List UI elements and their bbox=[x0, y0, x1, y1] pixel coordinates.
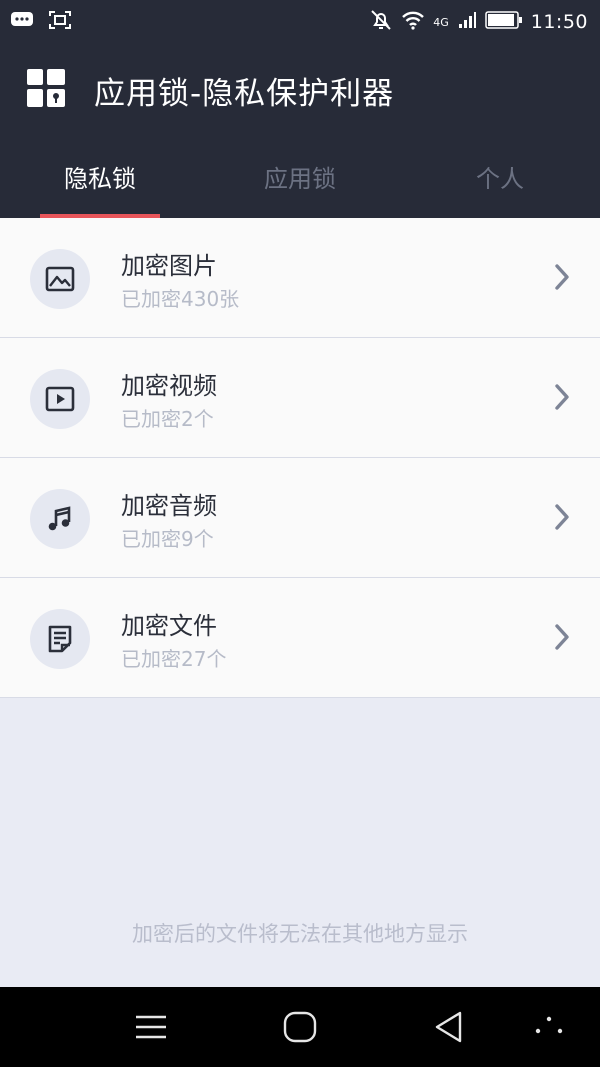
menu-icon[interactable] bbox=[134, 1009, 168, 1049]
item-title: 加密文件 bbox=[121, 612, 217, 640]
tab-privacy-lock[interactable]: 隐私锁 bbox=[0, 134, 200, 218]
image-icon bbox=[30, 249, 90, 309]
system-nav-bar bbox=[0, 987, 600, 1067]
tab-personal[interactable]: 个人 bbox=[400, 134, 600, 218]
wifi-icon bbox=[401, 9, 425, 35]
video-icon bbox=[30, 369, 90, 429]
item-count: 已加密27个 bbox=[121, 647, 227, 671]
list-item-audio[interactable]: 加密音频 已加密9个 bbox=[0, 458, 600, 578]
tab-label: 个人 bbox=[476, 164, 524, 193]
list-item-files[interactable]: 加密文件 已加密27个 bbox=[0, 578, 600, 698]
dashboard-lock-icon bbox=[27, 69, 65, 111]
back-icon[interactable] bbox=[432, 1009, 466, 1049]
chevron-right-icon bbox=[554, 263, 570, 295]
tab-bar: 隐私锁 应用锁 个人 bbox=[0, 134, 600, 218]
screenshot-icon bbox=[48, 10, 72, 34]
app-header: 应用锁-隐私保护利器 bbox=[0, 42, 600, 134]
item-count: 已加密2个 bbox=[121, 407, 214, 431]
item-title: 加密图片 bbox=[121, 252, 217, 280]
list-item-images[interactable]: 加密图片 已加密430张 bbox=[0, 218, 600, 338]
home-icon[interactable] bbox=[282, 1009, 318, 1049]
file-icon bbox=[30, 609, 90, 669]
tab-app-lock[interactable]: 应用锁 bbox=[200, 134, 400, 218]
status-bar: 4G 11:50 bbox=[0, 0, 600, 42]
encrypted-items-list: 加密图片 已加密430张 加密视频 已加密2个 加密音频 已加密9个 加密文件 … bbox=[0, 218, 600, 698]
tab-label: 隐私锁 bbox=[64, 164, 136, 193]
item-title: 加密视频 bbox=[121, 372, 217, 400]
item-count: 已加密430张 bbox=[121, 287, 240, 311]
clock: 11:50 bbox=[530, 11, 588, 33]
chevron-right-icon bbox=[554, 503, 570, 535]
chevron-right-icon bbox=[554, 383, 570, 415]
item-title: 加密音频 bbox=[121, 492, 217, 520]
signal-icon bbox=[457, 10, 477, 34]
footer-note: 加密后的文件将无法在其他地方显示 bbox=[132, 922, 468, 946]
battery-icon bbox=[484, 11, 523, 33]
chat-icon bbox=[10, 10, 34, 34]
item-count: 已加密9个 bbox=[121, 527, 214, 551]
bell-off-icon bbox=[369, 8, 393, 36]
tab-label: 应用锁 bbox=[264, 164, 336, 193]
list-item-videos[interactable]: 加密视频 已加密2个 bbox=[0, 338, 600, 458]
network-type: 4G bbox=[433, 15, 449, 29]
page-title: 应用锁-隐私保护利器 bbox=[94, 76, 395, 112]
more-icon[interactable] bbox=[532, 1009, 566, 1049]
chevron-right-icon bbox=[554, 623, 570, 655]
music-icon bbox=[30, 489, 90, 549]
